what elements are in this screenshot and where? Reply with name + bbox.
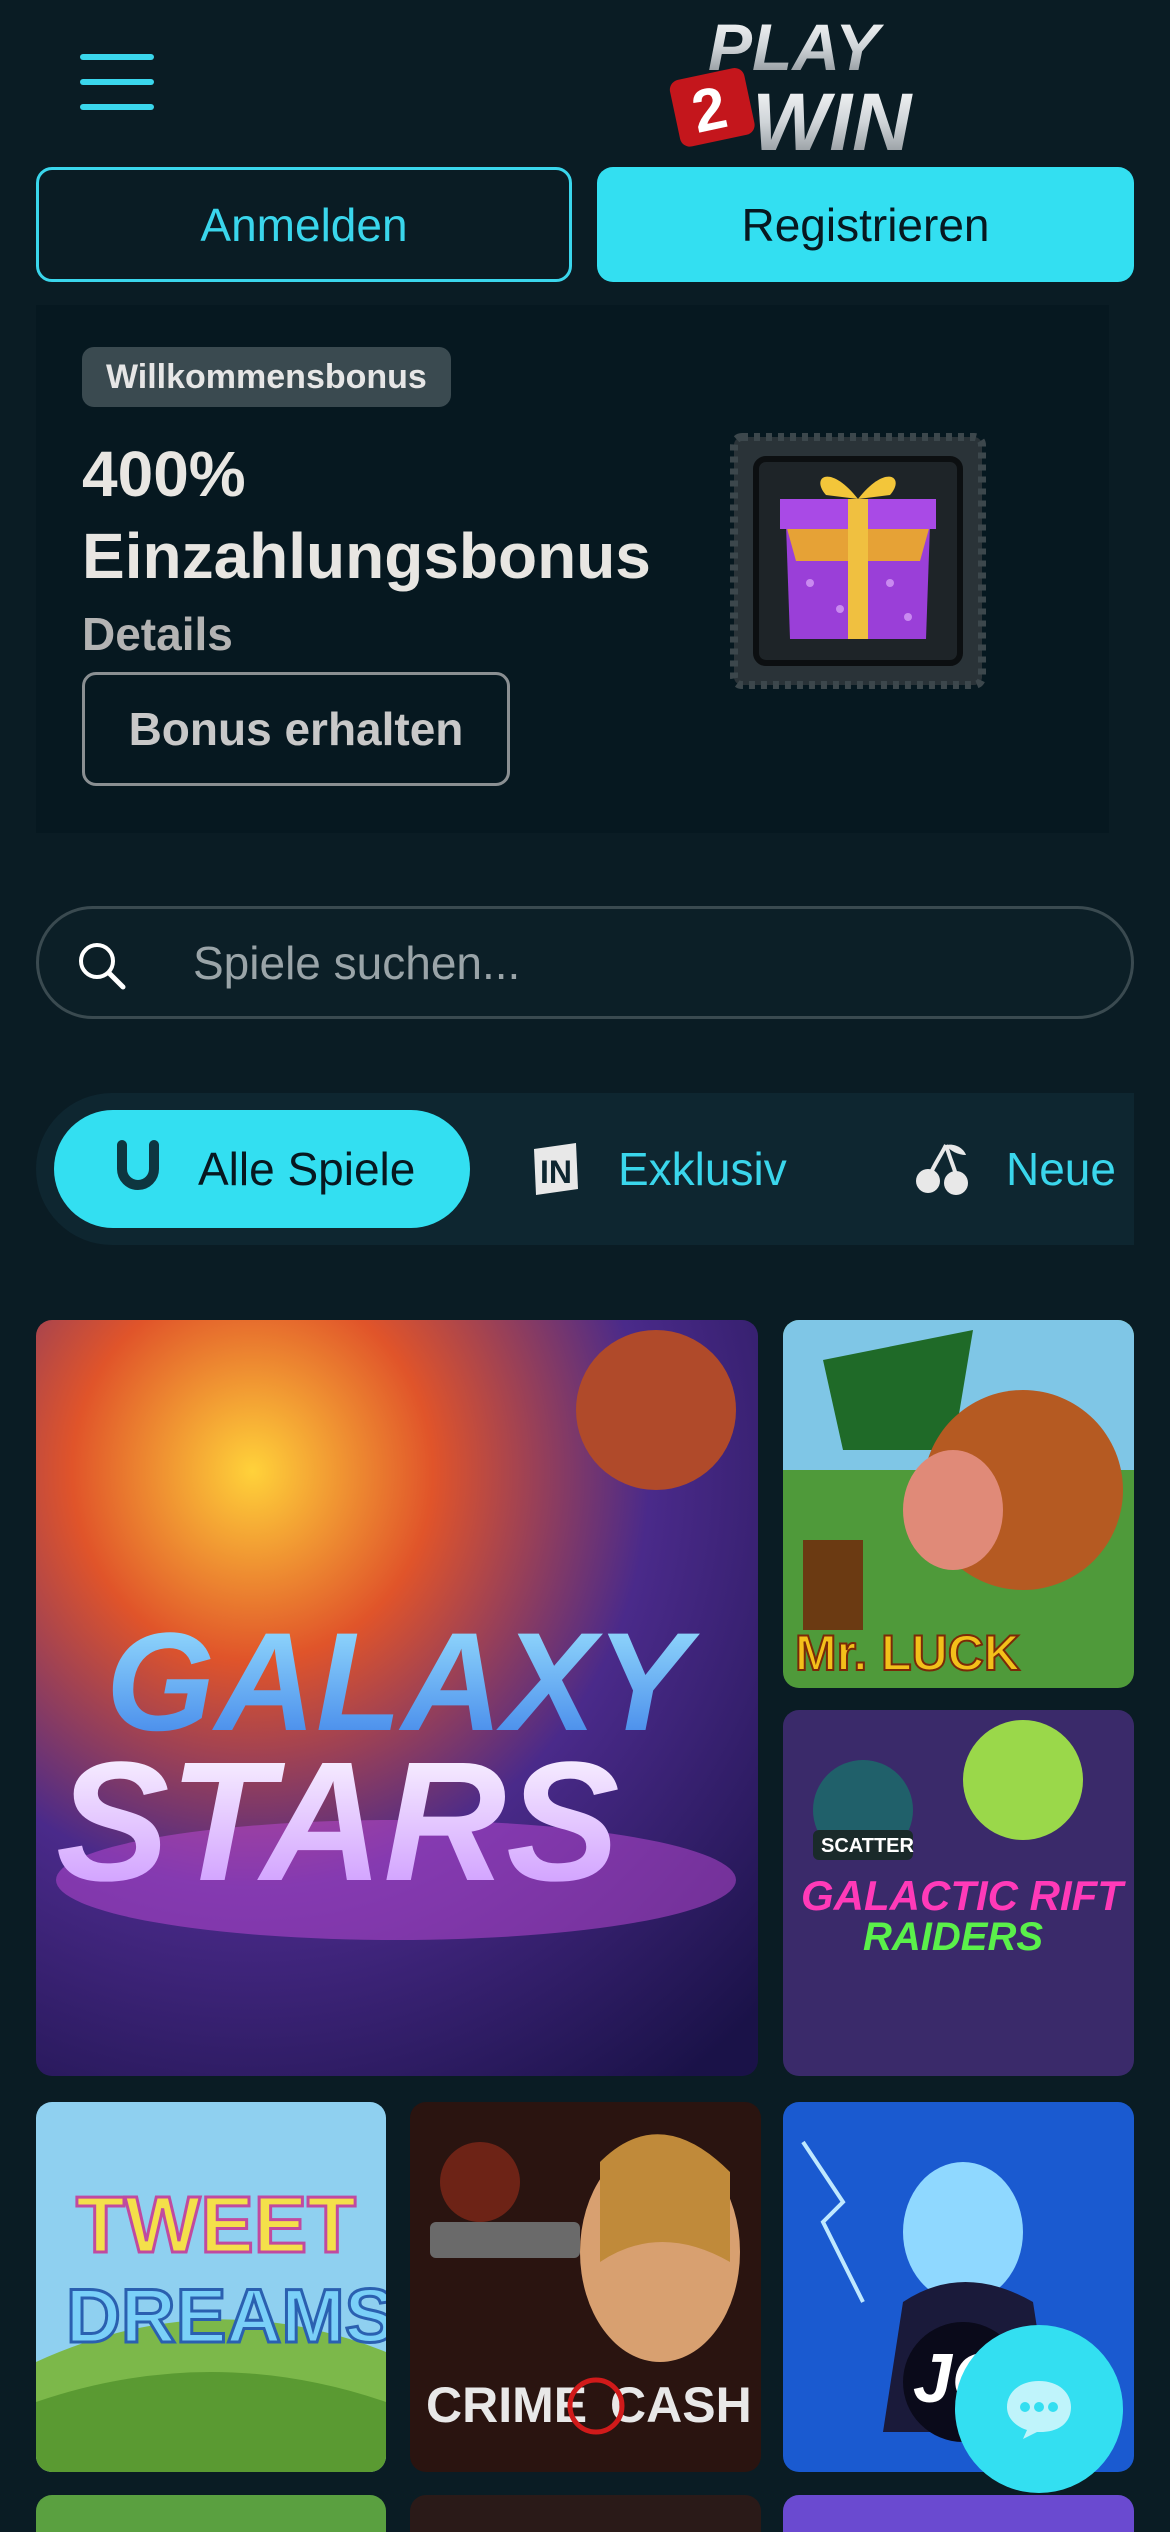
game-tile-partial-1[interactable] (36, 2495, 386, 2532)
welcome-bonus-card: Willkommensbonus 400% Einzahlungsbonus D… (36, 305, 1109, 833)
game-tile-galactic-rift-raiders[interactable]: SCATTER GALACTIC RIFT RAIDERS (783, 1710, 1134, 2076)
svg-text:RAIDERS: RAIDERS (863, 1915, 1043, 1959)
svg-text:TWEET: TWEET (76, 2180, 356, 2269)
game-tile-crime-cash[interactable]: CRIME CASH (410, 2102, 761, 2472)
header: PLAY 2 WIN (0, 0, 1170, 168)
promo-badge: Willkommensbonus (82, 347, 451, 407)
tab-label: Neue (1006, 1143, 1116, 1195)
game-search-box[interactable]: Spiele suchen... (36, 906, 1134, 1019)
promo-title-line2: Einzahlungsbonus (82, 520, 651, 592)
tab-label: Alle Spiele (198, 1143, 416, 1195)
gift-box-icon (730, 433, 986, 689)
promo-details-link[interactable]: Details (82, 607, 233, 661)
svg-text:CASH: CASH (610, 2377, 752, 2433)
get-bonus-button[interactable]: Bonus erhalten (82, 672, 510, 786)
category-tabs: Alle Spiele IN Exklusiv Neue (36, 1093, 1134, 1245)
register-button[interactable]: Registrieren (597, 167, 1134, 282)
game-tile-galaxy-stars[interactable]: GALAXY STARS (36, 1320, 758, 2076)
login-button[interactable]: Anmelden (36, 167, 572, 282)
svg-text:CRIME: CRIME (426, 2377, 587, 2433)
svg-text:Mr. LUCK: Mr. LUCK (795, 1625, 1020, 1681)
game-tile-partial-2[interactable] (410, 2495, 761, 2532)
hamburger-menu-icon[interactable] (80, 52, 154, 112)
search-input[interactable]: Spiele suchen... (193, 909, 1093, 1016)
cherries-icon (916, 1144, 968, 1195)
svg-text:IN: IN (540, 1154, 572, 1190)
tab-all-games[interactable]: Alle Spiele (54, 1110, 470, 1228)
horseshoe-icon (117, 1140, 159, 1190)
svg-text:SCATTER: SCATTER (821, 1835, 915, 1857)
promo-title: 400% Einzahlungsbonus (82, 433, 742, 597)
auth-buttons: Anmelden Registrieren (36, 167, 1134, 282)
game-tile-mr-luck[interactable]: Mr. LUCK (783, 1320, 1134, 1688)
search-icon (79, 943, 126, 990)
tab-new[interactable]: Neue (912, 1110, 1134, 1228)
live-chat-button[interactable] (955, 2325, 1123, 2493)
game-tile-tweet-dreams[interactable]: TWEET DREAMS (36, 2102, 386, 2472)
svg-text:STARS: STARS (56, 1727, 620, 1917)
tab-label: Exklusiv (618, 1143, 787, 1195)
exclusive-in-icon: IN (534, 1143, 578, 1195)
chat-bubble-icon (1007, 2381, 1071, 2439)
tab-exclusive[interactable]: IN Exklusiv (526, 1110, 866, 1228)
play2win-logo[interactable]: PLAY 2 WIN (660, 10, 1050, 168)
game-tile-partial-3[interactable] (783, 2495, 1134, 2532)
svg-text:GALACTIC RIFT: GALACTIC RIFT (801, 1872, 1126, 1919)
svg-text:WIN: WIN (752, 77, 913, 160)
promo-title-line1: 400% (82, 438, 246, 510)
svg-text:DREAMS: DREAMS (66, 2274, 386, 2359)
